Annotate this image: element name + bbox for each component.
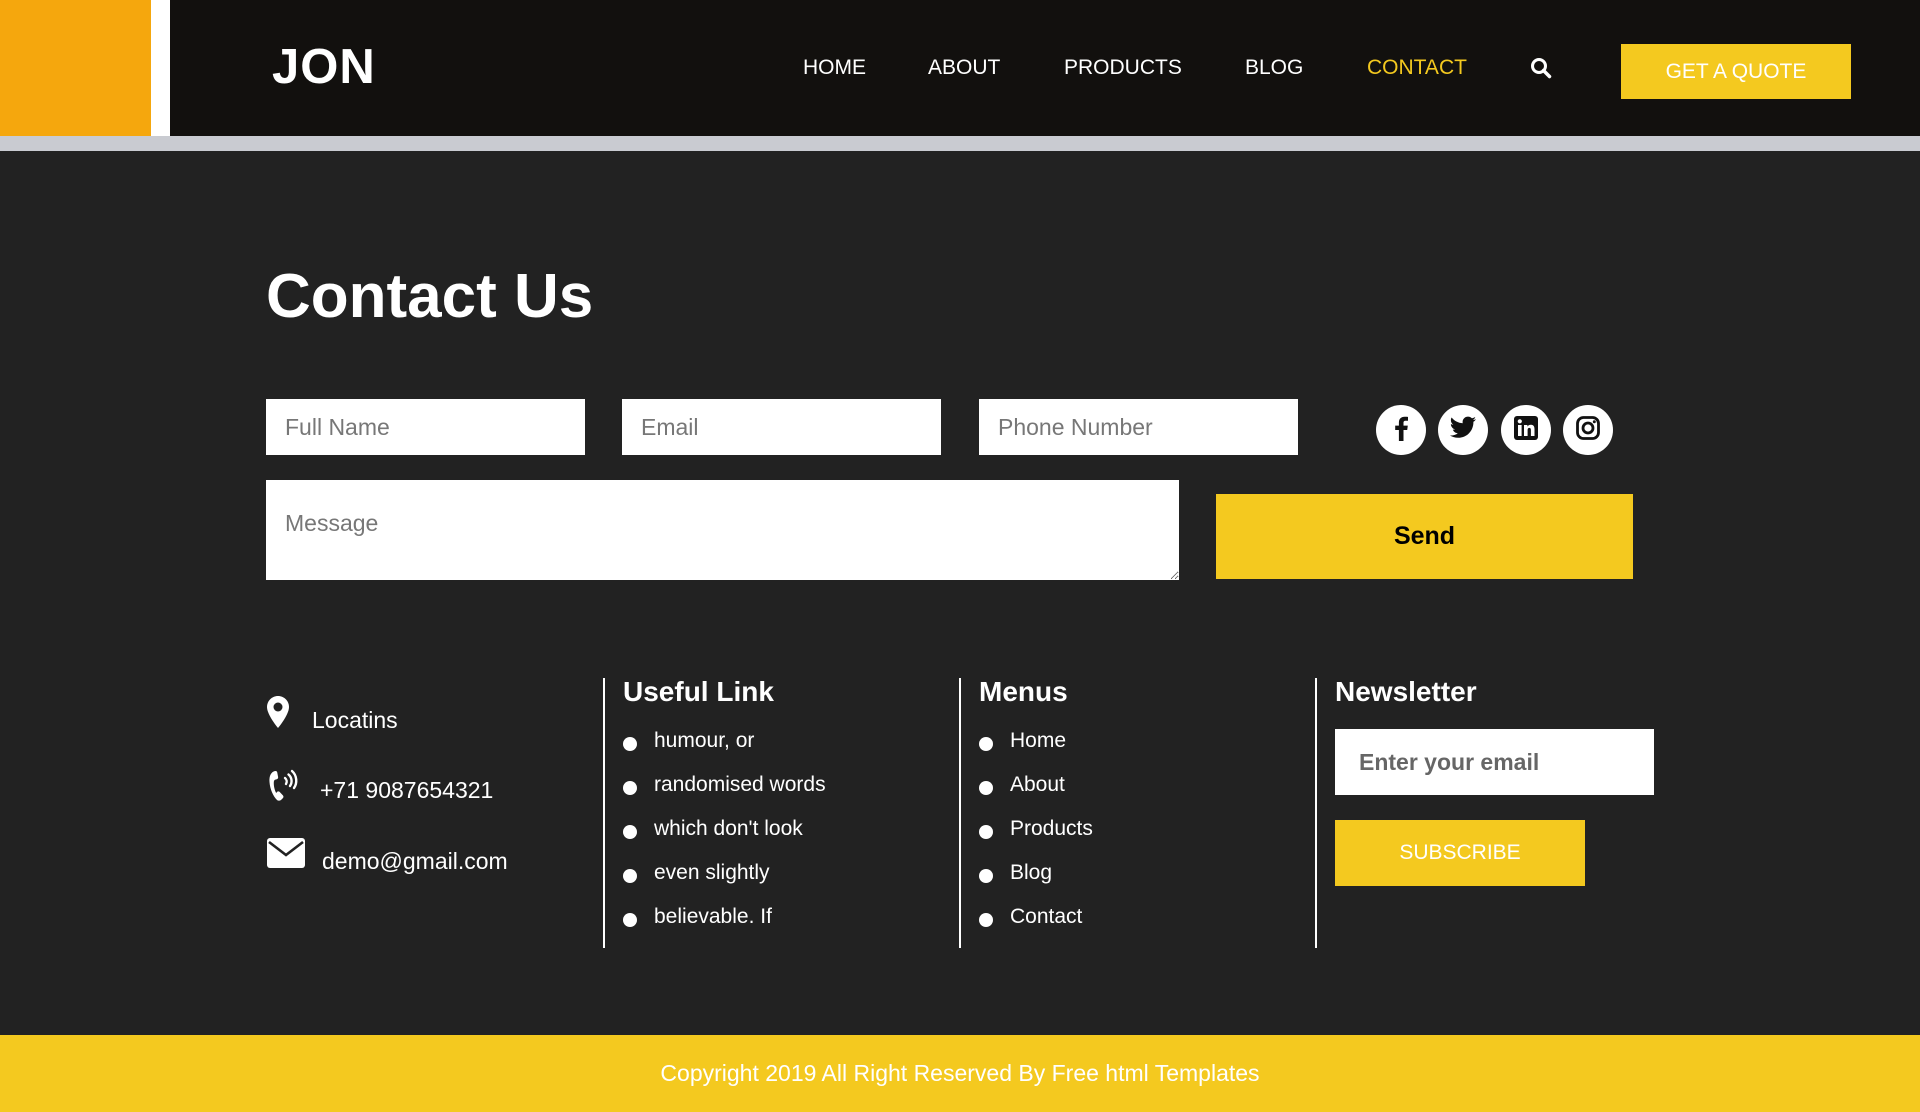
send-button[interactable]: Send — [1216, 494, 1633, 579]
menu-item-about[interactable]: About — [979, 771, 1093, 815]
menu-item-blog[interactable]: Blog — [979, 859, 1093, 903]
phone-number-input[interactable] — [979, 399, 1298, 455]
contact-section: Contact Us Full Name Email Phone Number … — [0, 151, 1920, 1035]
map-pin-icon — [266, 695, 290, 734]
useful-link-title: Useful Link — [623, 676, 774, 707]
header-divider — [0, 136, 1920, 151]
menu-item-contact[interactable]: Contact — [979, 903, 1093, 947]
envelope-icon — [266, 837, 306, 874]
newsletter-email-input[interactable] — [1335, 729, 1654, 795]
phone-icon — [266, 765, 300, 808]
column-divider — [603, 678, 605, 948]
linkedin-icon — [1513, 415, 1539, 446]
email-text: demo@gmail.com — [322, 848, 508, 874]
column-divider — [1315, 678, 1317, 948]
twitter-link[interactable] — [1438, 405, 1488, 455]
instagram-link[interactable] — [1563, 405, 1613, 455]
useful-link-list: humour, or randomised words which don't … — [623, 727, 826, 947]
location-text: Locatins — [312, 707, 398, 733]
page-title: Contact Us — [266, 262, 594, 331]
header-accent-block — [0, 0, 151, 136]
get-a-quote-button[interactable]: GET A QUOTE — [1621, 44, 1851, 99]
copyright-text: Copyright 2019 All Right Reserved By Fre… — [660, 1060, 1260, 1086]
menus-list: Home About Products Blog Contact — [979, 727, 1093, 947]
column-divider — [959, 678, 961, 948]
linkedin-link[interactable] — [1501, 405, 1551, 455]
nav-contact[interactable]: CONTACT — [1367, 56, 1467, 80]
menu-item-products[interactable]: Products — [979, 815, 1093, 859]
useful-link-item[interactable]: randomised words — [623, 771, 826, 815]
menu-item-home[interactable]: Home — [979, 727, 1093, 771]
useful-link-item[interactable]: humour, or — [623, 727, 826, 771]
email-input[interactable] — [622, 399, 941, 455]
facebook-link[interactable] — [1376, 405, 1426, 455]
search-icon[interactable] — [1530, 57, 1552, 79]
instagram-icon — [1575, 415, 1601, 446]
phone-text: +71 9087654321 — [320, 777, 494, 803]
useful-link-item[interactable]: which don't look — [623, 815, 826, 859]
full-name-input[interactable] — [266, 399, 585, 455]
message-textarea[interactable] — [266, 480, 1179, 580]
logo[interactable]: JON — [272, 38, 376, 96]
useful-link-item[interactable]: even slightly — [623, 859, 826, 903]
nav-products[interactable]: PRODUCTS — [1064, 56, 1182, 80]
footer-bar: Copyright 2019 All Right Reserved By Fre… — [0, 1035, 1920, 1112]
header: JON HOME ABOUT PRODUCTS BLOG CONTACT GET… — [170, 0, 1920, 136]
twitter-icon — [1449, 416, 1477, 445]
useful-link-item[interactable]: believable. If — [623, 903, 826, 947]
nav-about[interactable]: ABOUT — [928, 56, 1000, 80]
nav-blog[interactable]: BLOG — [1245, 56, 1303, 80]
newsletter-title: Newsletter — [1335, 676, 1477, 707]
subscribe-button[interactable]: SUBSCRIBE — [1335, 820, 1585, 886]
facebook-icon — [1389, 414, 1413, 447]
nav-home[interactable]: HOME — [803, 56, 866, 80]
menus-title: Menus — [979, 676, 1068, 707]
